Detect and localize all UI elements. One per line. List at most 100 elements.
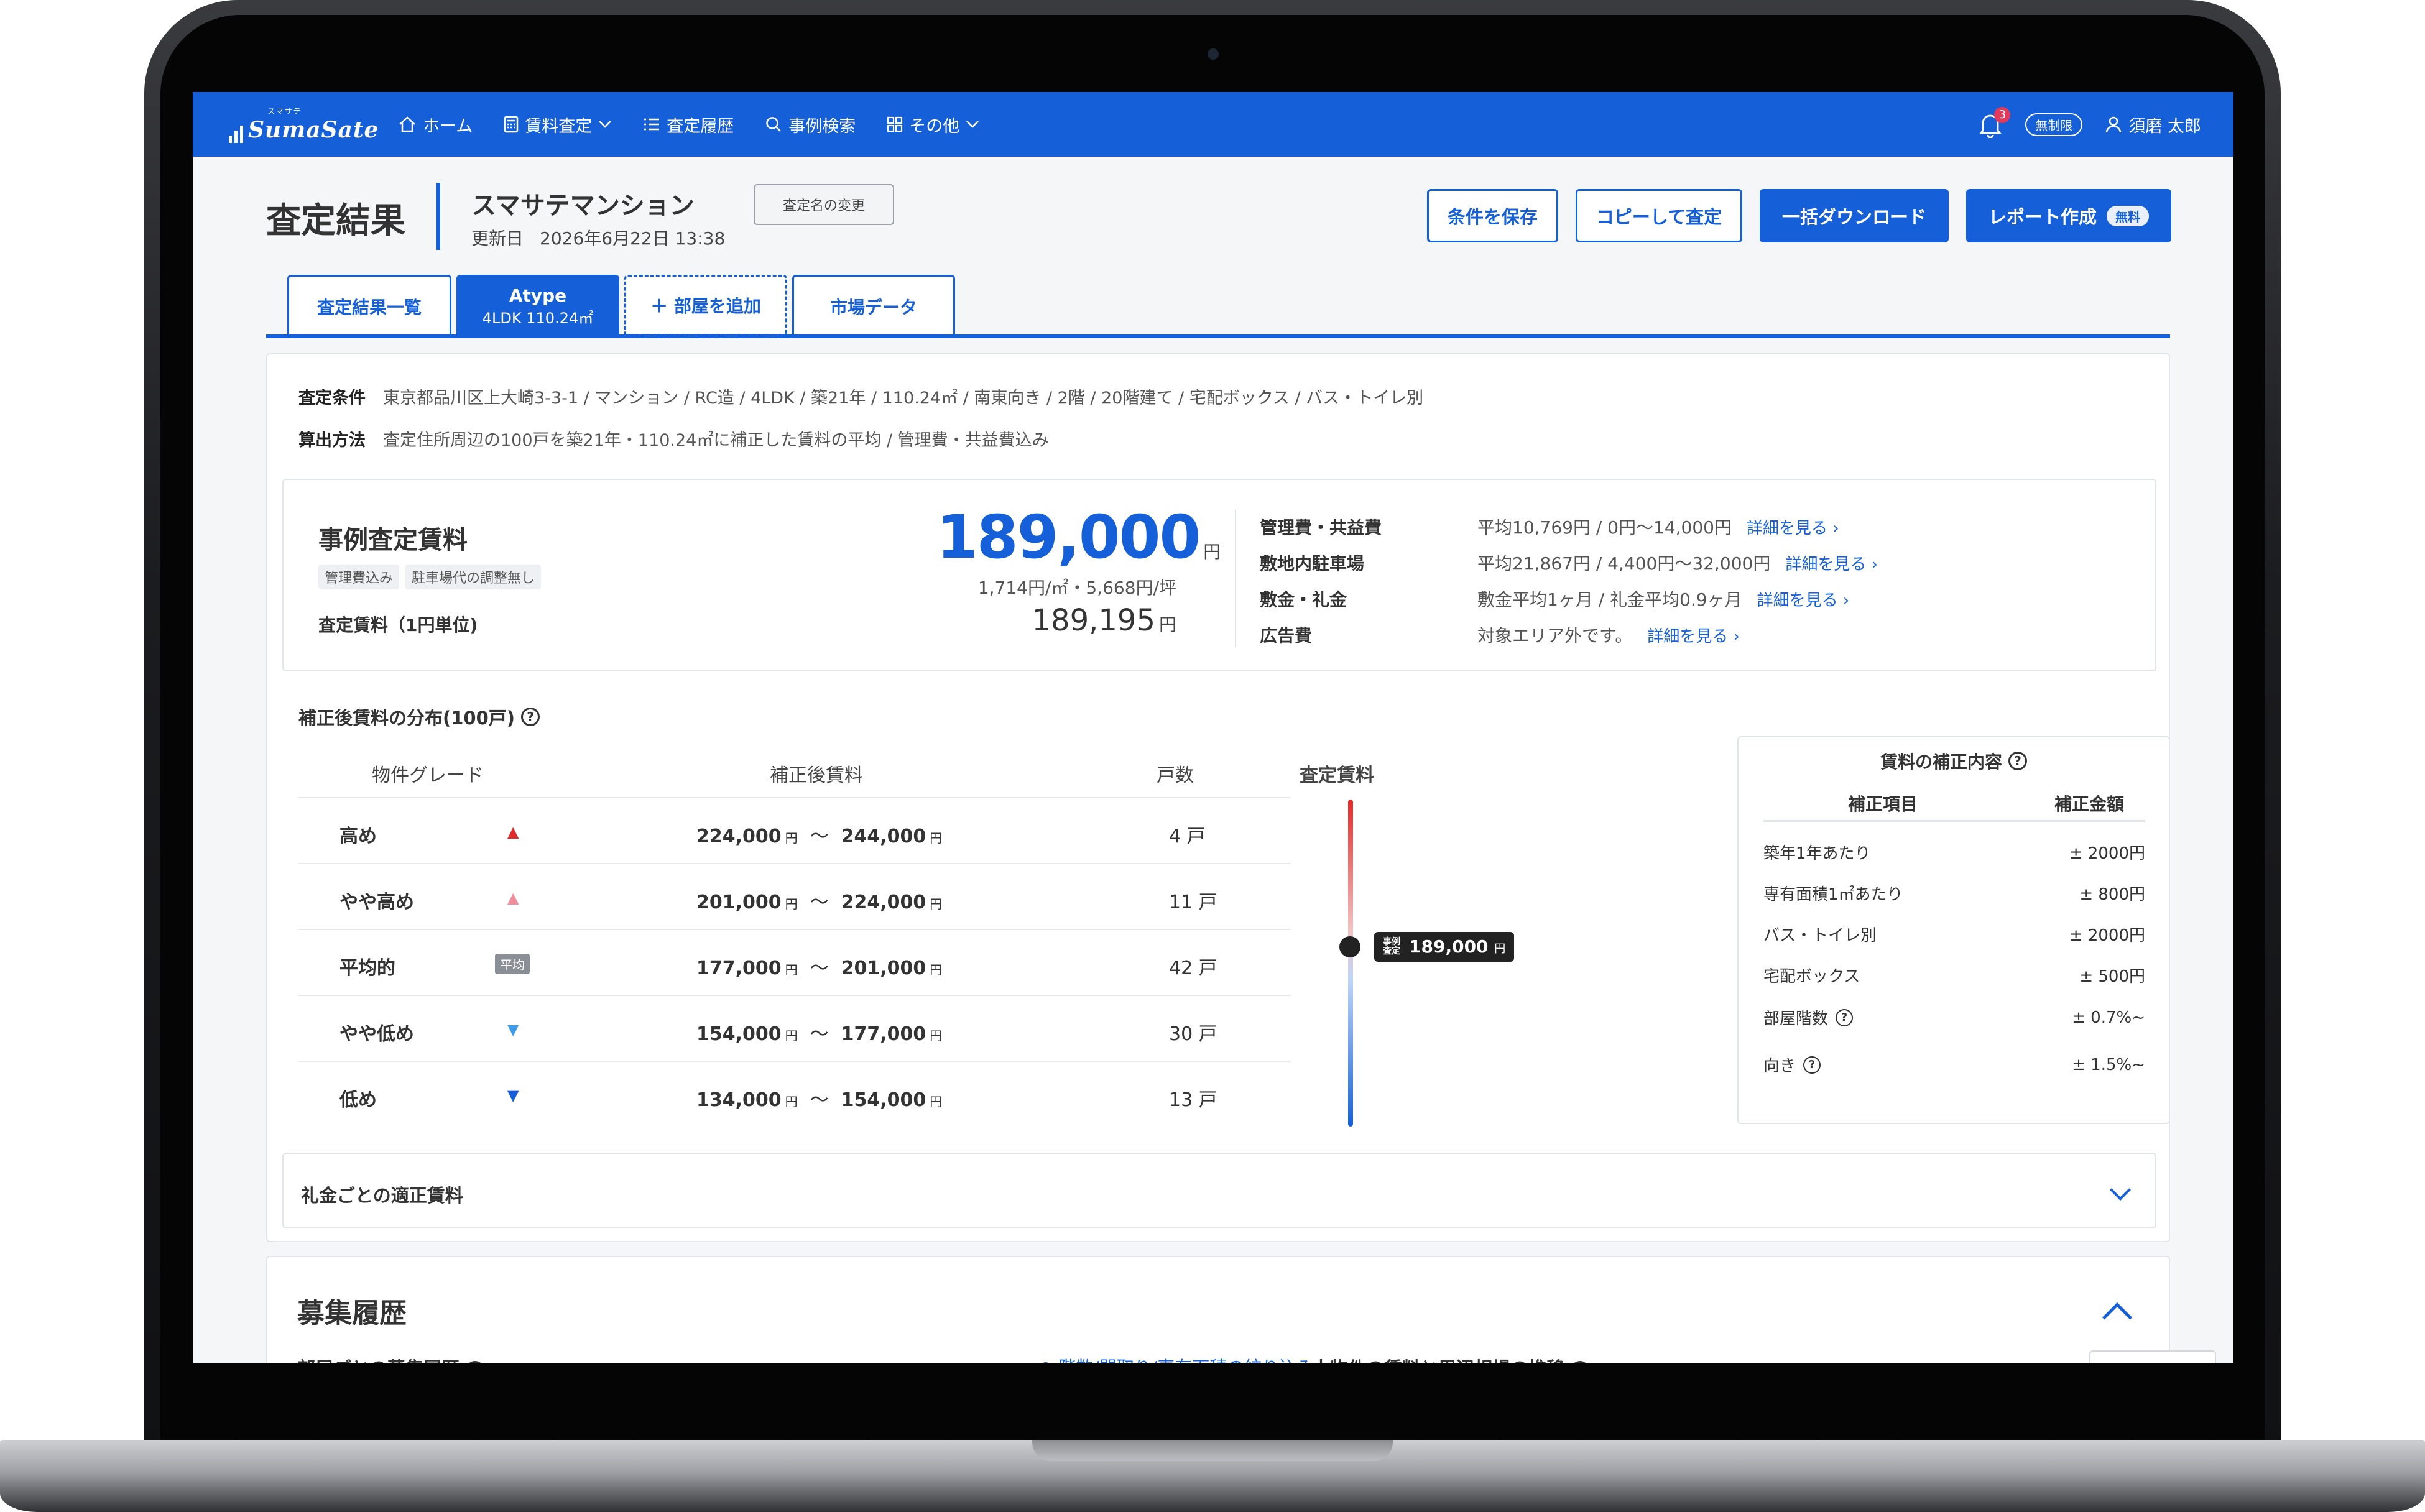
adjustment-row: バス・トイレ別 ± 2000円 (1763, 923, 2145, 946)
fee-value: 対象エリア外です。 (1477, 625, 1633, 646)
tab-result-list[interactable]: 査定結果一覧 (287, 275, 451, 336)
room-history-heading-text: 部屋ごとの募集履歴 (297, 1358, 460, 1363)
nav-item-label: ホーム (423, 116, 473, 136)
updated-label: 更新日 (471, 228, 524, 249)
gauge-label: 査定賃料 (1300, 765, 1374, 786)
grade-label: やや低め (340, 1023, 414, 1045)
user-menu[interactable]: 須磨 太郎 (2105, 113, 2201, 137)
appraised-rent: 189,000 円 (936, 502, 1221, 572)
trend-heading-text: 本物件の賃料と周辺相場の推移 (1312, 1358, 1564, 1363)
tab-label: 市場データ (829, 297, 917, 318)
help-icon[interactable]: ? (465, 1361, 484, 1363)
filter-link-text: 階数/間取り/専有面積の絞り込み (1058, 1357, 1314, 1363)
notification-button[interactable]: 3 (1978, 107, 2011, 138)
list-icon (644, 118, 660, 131)
property-name: スマサテマンション (471, 191, 695, 220)
help-icon[interactable]: ? (1571, 1361, 1590, 1363)
create-report-label: レポート作成 (1988, 206, 2097, 228)
help-icon[interactable]: ? (1803, 1056, 1821, 1074)
tab-market-data[interactable]: 市場データ (792, 275, 955, 336)
table-row: 高め ▲ 224,000 円〜 244,000 円 4 戸 (298, 797, 1291, 863)
fee-value: 平均10,769円 / 0円〜14,000円 (1477, 517, 1732, 538)
gauge-tag: 事例 査定 (1383, 936, 1400, 956)
tag-management-included: 管理費込み (318, 565, 400, 589)
nav-item-other[interactable]: その他 (887, 113, 979, 137)
average-badge: 平均 (495, 954, 530, 974)
fee-row-parking: 敷地内駐車場 平均21,867円 / 4,400円〜32,000円 詳細を見る … (1260, 545, 1878, 581)
tilde: 〜 (810, 1023, 829, 1045)
tilde: 〜 (810, 1089, 829, 1111)
adjust-item: 部屋階数 (1763, 1010, 1829, 1028)
triangle-down-icon: ▼ (507, 1021, 519, 1038)
adjust-item: バス・トイレ別 (1763, 926, 1877, 945)
logo[interactable]: スマサテ SumaSate (229, 107, 379, 143)
reikin-accordion[interactable]: 礼金ごとの適正賃料 (282, 1153, 2156, 1228)
chevron-down-icon[interactable] (2110, 1179, 2131, 1201)
fee-label: 管理費・共益費 (1260, 517, 1382, 538)
history-title: 募集履歴 (297, 1298, 407, 1329)
fee-row-deposit: 敷金・礼金 敷金平均1ヶ月 / 礼金平均0.9ヶ月 詳細を見る › (1260, 581, 1878, 617)
tab-sub-label: 4LDK 110.24㎡ (482, 309, 594, 327)
help-icon[interactable]: ? (1836, 1008, 1854, 1026)
title-divider (436, 183, 440, 250)
nav-item-home[interactable]: ホーム (398, 113, 473, 137)
yen-unit: 円 (785, 962, 798, 977)
search-icon (766, 117, 782, 132)
tab-atype[interactable]: Atype 4LDK 110.24㎡ (456, 275, 619, 336)
camera (1208, 48, 1219, 60)
result-card: 査定条件 東京都品川区上大崎3-3-1 / マンション / RC造 / 4LDK… (266, 353, 2170, 1242)
logo-bars-icon (229, 123, 243, 143)
tab-label: 査定結果一覧 (316, 297, 422, 318)
filter-link[interactable]: ⊕ 階数/間取り/専有面積の絞り込み (1038, 1354, 1314, 1363)
copy-appraisal-button[interactable]: コピーして査定 (1575, 189, 1742, 242)
fee-detail-link[interactable]: 詳細を見る › (1757, 588, 1850, 611)
tab-label: ＋ 部屋を追加 (650, 296, 761, 316)
fee-detail-link[interactable]: 詳細を見る › (1785, 551, 1878, 574)
col-count: 戸数 (1157, 765, 1194, 786)
condition-label: 査定条件 (298, 389, 366, 408)
create-report-button[interactable]: レポート作成 無料 (1965, 189, 2171, 242)
fee-detail-link[interactable]: 詳細を見る › (1747, 515, 1839, 538)
nav-item-rent-appraisal[interactable]: 賃料査定 (504, 113, 612, 137)
help-icon[interactable]: ? (2008, 752, 2027, 770)
rename-button[interactable]: 査定名の変更 (754, 184, 894, 225)
fee-label: 広告費 (1260, 625, 1313, 646)
yen-unit: 円 (930, 1094, 943, 1109)
rent-range: 224,000 円〜 244,000 円 (696, 821, 951, 848)
rent-range: 201,000 円〜 224,000 円 (696, 887, 951, 914)
adjustment-row: 向き? ± 1.5%~ (1763, 1053, 2145, 1076)
unit-count: 13 戸 (1169, 1089, 1217, 1111)
nav-item-history[interactable]: 査定履歴 (643, 113, 734, 137)
nav-item-case-search[interactable]: 事例検索 (765, 113, 856, 137)
range-to: 201,000 (841, 957, 926, 979)
range-to: 154,000 (841, 1089, 926, 1111)
bulk-download-button[interactable]: 一括ダウンロード (1759, 189, 1949, 242)
range-from: 177,000 (696, 957, 782, 979)
yen-unit: 円 (1203, 542, 1221, 562)
yen-unit: 円 (1158, 614, 1176, 635)
tab-add-room[interactable]: ＋ 部屋を追加 (624, 275, 787, 336)
adjust-amount: ± 2000円 (2069, 844, 2145, 863)
appraised-rent-value: 189,000 (936, 502, 1201, 572)
table-row: 低め ▼ 134,000 円〜 154,000 円 13 戸 (298, 1061, 1291, 1127)
range-to: 244,000 (841, 826, 926, 847)
fee-value: 敷金平均1ヶ月 / 礼金平均0.9ヶ月 (1477, 589, 1742, 610)
rent-range: 134,000 円〜 154,000 円 (696, 1084, 951, 1112)
save-conditions-button[interactable]: 条件を保存 (1426, 189, 1558, 242)
rent-range: 177,000 円〜 201,000 円 (696, 952, 951, 980)
adjust-amount: ± 0.7%~ (2072, 1008, 2145, 1027)
fee-detail-link[interactable]: 詳細を見る › (1647, 624, 1740, 647)
range-from: 201,000 (696, 892, 782, 913)
help-icon[interactable]: ? (521, 708, 540, 726)
exact-rent: 189,195 円 (1032, 603, 1176, 638)
adjust-amount: ± 800円 (2079, 885, 2145, 904)
gauge-tag-line: 事例 (1383, 936, 1400, 947)
plan-badge: 無制限 (2025, 113, 2083, 136)
unit-count: 42 戸 (1169, 957, 1217, 979)
period-select[interactable] (2089, 1350, 2216, 1363)
range-to: 224,000 (841, 892, 926, 913)
grid-icon (887, 116, 903, 132)
adjust-item-with-help: 部屋階数? (1763, 1006, 1854, 1029)
method-value: 査定住所周辺の100戸を築21年・110.24㎡に補正した賃料の平均 / 管理費… (383, 431, 1049, 450)
chevron-up-icon[interactable] (2102, 1302, 2133, 1333)
